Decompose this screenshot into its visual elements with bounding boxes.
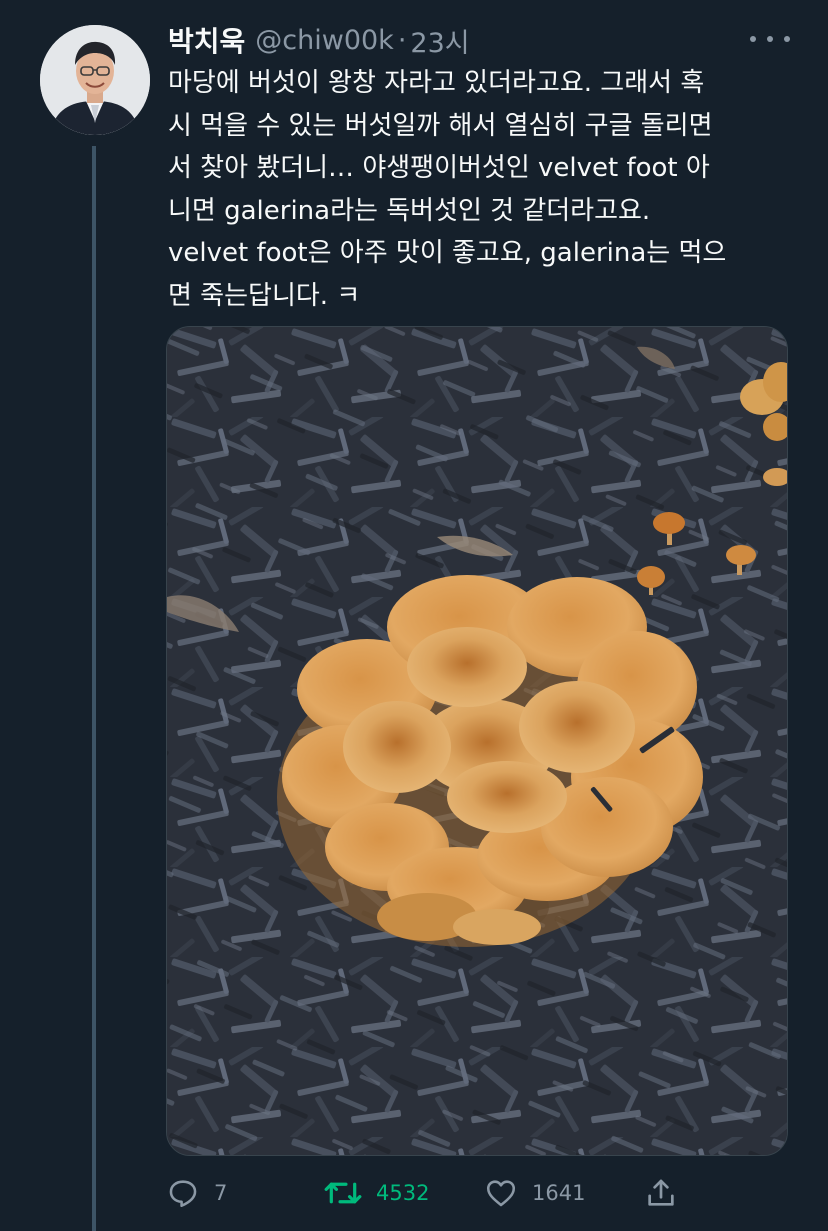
reply-icon [169,1180,197,1208]
tweet-text-line: 마당에 버섯이 왕창 자라고 있더라고요. 그래서 혹 [168,68,705,98]
retweet-icon [324,1182,362,1204]
tweet-text-line: velvet foot은 아주 맛이 좋고요, galerina는 먹으 [168,238,727,269]
share-icon [648,1179,674,1206]
like-count: 1641 [532,1181,586,1205]
more-dot [750,36,756,42]
mushroom-photo-icon [167,327,787,1155]
tweet-text: 마당에 버섯이 왕창 자라고 있더라고요. 그래서 혹 시 먹을 수 있는 버섯… [168,62,798,318]
share-button[interactable] [644,1170,678,1216]
retweet-button[interactable]: 4532 [324,1170,429,1216]
heart-icon [486,1180,516,1207]
more-dot [767,36,773,42]
reply-count: 7 [214,1181,228,1205]
reply-button[interactable]: 7 [166,1170,227,1216]
tweet: 박치욱 @chiw00k · 23시 마당에 버섯이 왕창 자라고 있더라고요.… [0,0,828,1231]
separator-dot: · [397,24,407,56]
tweet-text-line: 시 먹을 수 있는 버섯일까 해서 열심히 구글 돌리면 [168,110,713,141]
avatar[interactable] [40,25,150,135]
tweet-text-line: 서 찾아 봤더니… 야생팽이버섯인 velvet foot 아 [168,153,710,184]
tweet-text-line: 니면 galerina라는 독버섯인 것 같더라고요. [168,195,651,226]
more-dot [784,36,790,42]
tweet-photo[interactable] [166,326,788,1156]
thread-line [92,146,96,1231]
tweet-actions: 7 4532 1641 [166,1170,686,1216]
more-options-icon[interactable] [750,26,790,52]
display-name[interactable]: 박치욱 [168,20,245,60]
tweet-header: 박치욱 @chiw00k · 23시 [168,18,470,62]
like-button[interactable]: 1641 [484,1170,585,1216]
tweet-text-line: 면 죽는답니다. ㅋ [168,280,361,311]
user-handle[interactable]: @chiw00k [255,25,394,56]
user-avatar-icon [40,25,150,135]
retweet-count: 4532 [376,1181,430,1205]
timestamp[interactable]: 23시 [410,21,469,60]
